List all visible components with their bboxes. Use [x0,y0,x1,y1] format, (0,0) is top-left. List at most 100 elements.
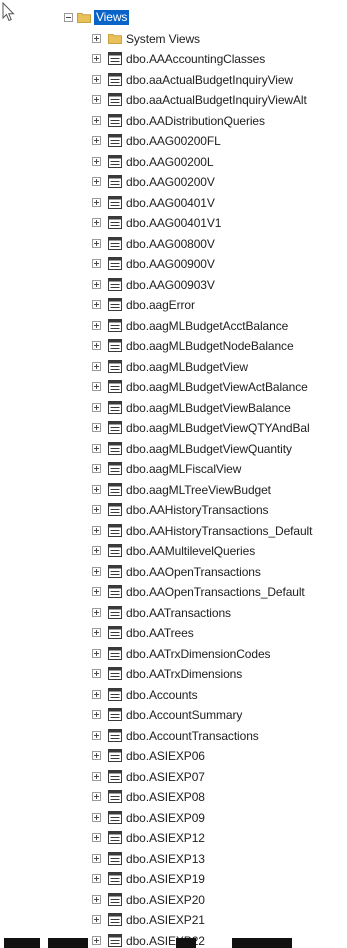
tree-node-dbo-aag00200v[interactable]: dbo.AAG00200V [0,172,347,193]
expand-toggle-icon[interactable] [92,197,101,207]
tree-node-dbo-accountsummary[interactable]: dbo.AccountSummary [0,705,347,726]
expand-toggle-icon[interactable] [92,894,101,904]
tree-node-label[interactable]: dbo.ASIEXP21 [126,913,205,927]
expand-toggle-icon[interactable] [92,259,101,268]
expand-toggle-icon[interactable] [92,771,101,781]
expand-toggle-icon[interactable] [92,115,101,125]
tree-node-label[interactable]: dbo.AAG00903V [126,278,215,292]
expand-toggle-icon[interactable] [92,648,101,658]
tree-node-dbo-aatrees[interactable]: dbo.AATrees [0,623,347,644]
tree-node-label[interactable]: dbo.ASIEXP13 [126,852,205,866]
tree-node-label[interactable]: dbo.AAHistoryTransactions [126,503,269,517]
tree-node-dbo-asiexp06[interactable]: dbo.ASIEXP06 [0,746,347,767]
expand-toggle-icon[interactable] [92,464,101,473]
tree-node-dbo-aahistorytransactions-default[interactable]: dbo.AAHistoryTransactions_Default [0,521,347,542]
expand-toggle-icon[interactable] [92,525,101,535]
tree-node-label[interactable]: dbo.ASIEXP09 [126,811,205,825]
tree-node-label[interactable]: dbo.AATrxDimensions [126,667,242,681]
tree-node-label[interactable]: dbo.AAG00800V [126,237,215,251]
tree-node-label[interactable]: Views [94,10,130,25]
expand-toggle-icon[interactable] [92,361,101,371]
tree-node-dbo-aagmlbudgetacctbalance[interactable]: dbo.aagMLBudgetAcctBalance [0,316,347,337]
tree-node-dbo-accounts[interactable]: dbo.Accounts [0,685,347,706]
expand-toggle-icon[interactable] [92,218,101,227]
expand-toggle-icon[interactable] [92,484,101,494]
tree-node-dbo-aagmlbudgetviewbalance[interactable]: dbo.aagMLBudgetViewBalance [0,398,347,419]
tree-node-label[interactable]: System Views [126,32,200,46]
tree-node-label[interactable]: dbo.aagMLBudgetViewBalance [126,401,291,415]
tree-node-label[interactable]: dbo.AccountSummary [126,708,242,722]
tree-node-dbo-aahistorytransactions[interactable]: dbo.AAHistoryTransactions [0,500,347,521]
tree-node-dbo-aaopentransactions-default[interactable]: dbo.AAOpenTransactions_Default [0,582,347,603]
tree-node-label[interactable]: dbo.AAMultilevelQueries [126,544,255,558]
expand-toggle-icon[interactable] [92,177,101,186]
tree-node-label[interactable]: dbo.ASIEXP07 [126,770,205,784]
collapse-toggle-icon[interactable] [64,13,73,22]
tree-node-dbo-asiexp12[interactable]: dbo.ASIEXP12 [0,828,347,849]
tree-node-dbo-aaactualbudgetinquiryviewalt[interactable]: dbo.aaActualBudgetInquiryViewAlt [0,90,347,111]
tree-node-dbo-aagmlbudgetnodebalance[interactable]: dbo.aagMLBudgetNodeBalance [0,336,347,357]
expand-toggle-icon[interactable] [92,320,101,330]
tree-node-dbo-asiexp07[interactable]: dbo.ASIEXP07 [0,767,347,788]
expand-toggle-icon[interactable] [92,54,101,63]
tree-node-label[interactable]: dbo.aagMLBudgetNodeBalance [126,339,294,353]
tree-node-label[interactable]: dbo.AAHistoryTransactions_Default [126,524,312,538]
tree-node-dbo-aagmlbudgetview[interactable]: dbo.aagMLBudgetView [0,357,347,378]
tree-node-dbo-aaaccountingclasses[interactable]: dbo.AAAccountingClasses [0,49,347,70]
tree-node-dbo-aamultilevelqueries[interactable]: dbo.AAMultilevelQueries [0,541,347,562]
expand-toggle-icon[interactable] [92,874,101,883]
tree-node-dbo-aadistributionqueries[interactable]: dbo.AADistributionQueries [0,111,347,132]
tree-node-label[interactable]: dbo.AATrees [126,626,194,640]
tree-node-dbo-aag00200fl[interactable]: dbo.AAG00200FL [0,131,347,152]
expand-toggle-icon[interactable] [92,300,101,309]
tree-node-label[interactable]: dbo.AAOpenTransactions_Default [126,585,305,599]
expand-toggle-icon[interactable] [92,915,101,924]
tree-node-label[interactable]: dbo.ASIEXP20 [126,893,205,907]
expand-toggle-icon[interactable] [92,792,101,801]
expand-toggle-icon[interactable] [92,402,101,412]
tree-node-dbo-aatrxdimensioncodes[interactable]: dbo.AATrxDimensionCodes [0,644,347,665]
tree-node-label[interactable]: dbo.aagMLBudgetViewActBalance [126,380,308,394]
expand-toggle-icon[interactable] [92,33,101,43]
tree-node-label[interactable]: dbo.AAG00200FL [126,134,221,148]
tree-node-label[interactable]: dbo.ASIEXP12 [126,831,205,845]
expand-toggle-icon[interactable] [92,423,101,432]
tree-node-views[interactable]: Views [0,8,347,29]
tree-node-dbo-aagmlbudgetviewactbalance[interactable]: dbo.aagMLBudgetViewActBalance [0,377,347,398]
tree-node-dbo-asiexp19[interactable]: dbo.ASIEXP19 [0,869,347,890]
tree-node-dbo-asiexp08[interactable]: dbo.ASIEXP08 [0,787,347,808]
tree-node-label[interactable]: dbo.aagMLBudgetAcctBalance [126,319,288,333]
tree-node-dbo-aaopentransactions[interactable]: dbo.AAOpenTransactions [0,562,347,583]
expand-toggle-icon[interactable] [92,156,101,166]
tree-node-label[interactable]: dbo.AATrxDimensionCodes [126,647,271,661]
tree-node-label[interactable]: dbo.aagError [126,298,195,312]
tree-node-label[interactable]: dbo.AAG00401V [126,196,215,210]
tree-node-dbo-aagmlbudgetviewqtyandbal[interactable]: dbo.aagMLBudgetViewQTYAndBal [0,418,347,439]
tree-node-dbo-asiexp09[interactable]: dbo.ASIEXP09 [0,808,347,829]
tree-node-label[interactable]: dbo.ASIEXP19 [126,872,205,886]
tree-node-dbo-aagmlbudgetviewquantity[interactable]: dbo.aagMLBudgetViewQuantity [0,439,347,460]
expand-toggle-icon[interactable] [92,279,101,289]
tree-node-dbo-aaactualbudgetinquiryview[interactable]: dbo.aaActualBudgetInquiryView [0,70,347,91]
expand-toggle-icon[interactable] [92,751,101,760]
expand-toggle-icon[interactable] [92,812,101,822]
tree-node-dbo-aagerror[interactable]: dbo.aagError [0,295,347,316]
tree-node-dbo-aagmlfiscalview[interactable]: dbo.aagMLFiscalView [0,459,347,480]
tree-node-label[interactable]: dbo.AAG00200L [126,155,214,169]
expand-toggle-icon[interactable] [92,566,101,576]
tree-node-label[interactable]: dbo.AAG00401V1 [126,216,221,230]
tree-node-label[interactable]: dbo.aagMLBudgetView [126,360,248,374]
expand-toggle-icon[interactable] [92,505,101,514]
expand-toggle-icon[interactable] [92,607,101,617]
tree-node-dbo-aatrxdimensions[interactable]: dbo.AATrxDimensions [0,664,347,685]
tree-node-dbo-aag00200l[interactable]: dbo.AAG00200L [0,152,347,173]
tree-node-label[interactable]: dbo.aagMLBudgetViewQuantity [126,442,292,456]
tree-node-label[interactable]: dbo.AAG00900V [126,257,215,271]
expand-toggle-icon[interactable] [92,710,101,719]
tree-node-label[interactable]: dbo.Accounts [126,688,198,702]
expand-toggle-icon[interactable] [92,669,101,678]
expand-toggle-icon[interactable] [92,689,101,699]
expand-toggle-icon[interactable] [92,74,101,84]
tree-node-label[interactable]: dbo.AADistributionQueries [126,114,265,128]
tree-node-dbo-accounttransactions[interactable]: dbo.AccountTransactions [0,726,347,747]
